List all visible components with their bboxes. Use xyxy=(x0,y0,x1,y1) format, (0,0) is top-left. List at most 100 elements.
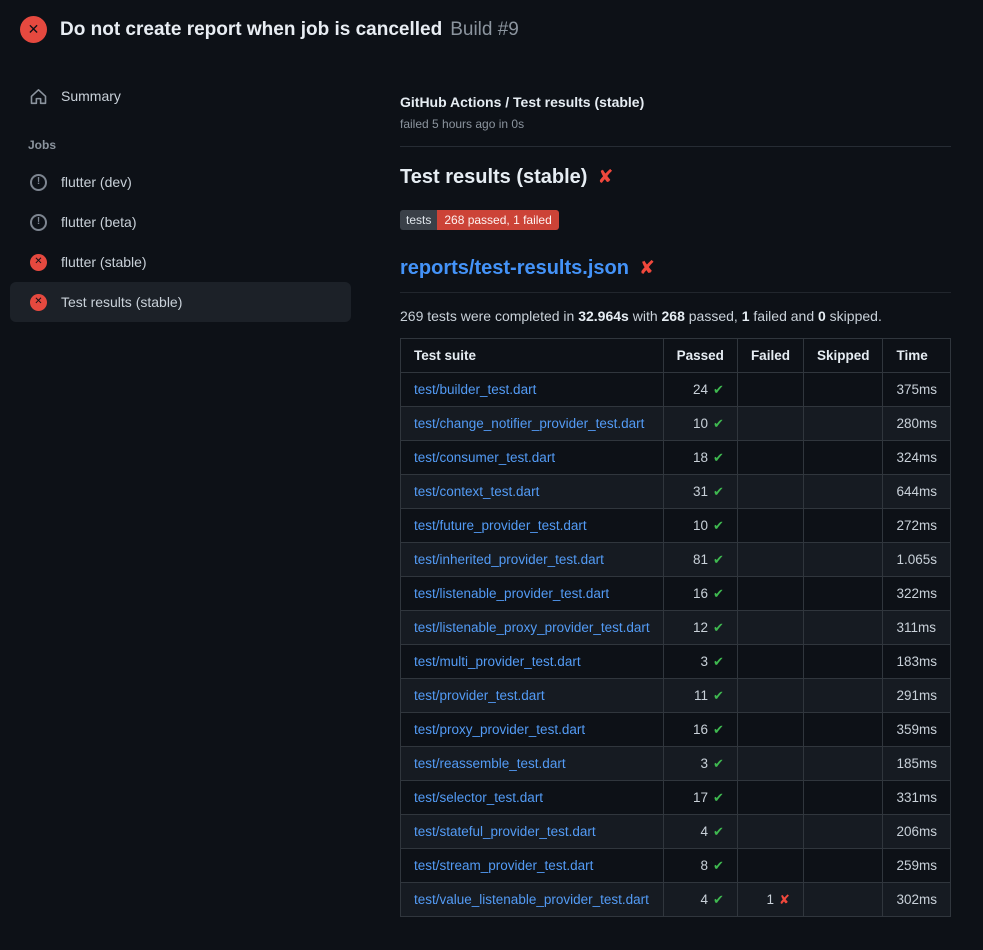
table-row: test/listenable_proxy_provider_test.dart… xyxy=(401,611,951,645)
test-suite-link[interactable]: test/value_listenable_provider_test.dart xyxy=(414,892,649,907)
sidebar-item-summary[interactable]: Summary xyxy=(10,76,351,116)
failed-cell xyxy=(737,509,803,543)
tests-badge: tests 268 passed, 1 failed xyxy=(400,210,559,230)
table-row: test/stream_provider_test.dart 8✔ 259ms xyxy=(401,849,951,883)
skipped-cell xyxy=(803,747,883,781)
check-icon: ✔ xyxy=(713,552,724,567)
time-cell: 183ms xyxy=(883,645,951,679)
time-cell: 644ms xyxy=(883,475,951,509)
time-cell: 259ms xyxy=(883,849,951,883)
check-icon: ✔ xyxy=(713,756,724,771)
sidebar-job-item[interactable]: ✕ Test results (stable) xyxy=(10,282,351,322)
failed-cell xyxy=(737,849,803,883)
run-meta: failed 5 hours ago in 0s xyxy=(400,117,951,131)
skipped-cell xyxy=(803,679,883,713)
table-row: test/provider_test.dart 11✔ 291ms xyxy=(401,679,951,713)
failed-cell xyxy=(737,373,803,407)
section-heading: Test results (stable) ✘ xyxy=(400,166,951,189)
time-cell: 280ms xyxy=(883,407,951,441)
column-header: Passed xyxy=(663,339,737,373)
test-suite-link[interactable]: test/inherited_provider_test.dart xyxy=(414,552,604,567)
sidebar-item-label: flutter (beta) xyxy=(61,214,136,230)
x-circle-icon: ✕ xyxy=(30,254,47,271)
column-header: Time xyxy=(883,339,951,373)
table-row: test/listenable_provider_test.dart 16✔ 3… xyxy=(401,577,951,611)
test-suite-link[interactable]: test/provider_test.dart xyxy=(414,688,545,703)
sidebar: Summary Jobs ! flutter (dev) ! flutter (… xyxy=(0,58,400,322)
neutral-circle-icon: ! xyxy=(30,174,47,191)
failed-cell xyxy=(737,713,803,747)
workflow-run-page: ✕ Do not create report when job is cance… xyxy=(0,0,983,917)
test-suite-link[interactable]: test/proxy_provider_test.dart xyxy=(414,722,585,737)
skipped-cell xyxy=(803,543,883,577)
cross-icon: ✘ xyxy=(779,892,790,907)
time-cell: 324ms xyxy=(883,441,951,475)
test-suite-link[interactable]: test/reassemble_test.dart xyxy=(414,756,566,771)
skipped-cell xyxy=(803,815,883,849)
time-cell: 359ms xyxy=(883,713,951,747)
check-icon: ✔ xyxy=(713,654,724,669)
check-icon: ✔ xyxy=(713,892,724,907)
sidebar-job-item[interactable]: ! flutter (dev) xyxy=(10,162,351,202)
failed-cell xyxy=(737,815,803,849)
page-title: Do not create report when job is cancell… xyxy=(60,19,519,41)
table-row: test/future_provider_test.dart 10✔ 272ms xyxy=(401,509,951,543)
test-suite-link[interactable]: test/stream_provider_test.dart xyxy=(414,858,593,873)
failed-cell xyxy=(737,543,803,577)
test-suite-link[interactable]: test/listenable_provider_test.dart xyxy=(414,586,609,601)
failed-cell xyxy=(737,407,803,441)
test-suite-link[interactable]: test/future_provider_test.dart xyxy=(414,518,587,533)
test-suite-link[interactable]: test/multi_provider_test.dart xyxy=(414,654,581,669)
cross-mark-icon: ✘ xyxy=(639,257,655,280)
time-cell: 375ms xyxy=(883,373,951,407)
passed-cell: 16✔ xyxy=(663,577,737,611)
check-icon: ✔ xyxy=(713,722,724,737)
test-suite-link[interactable]: test/stateful_provider_test.dart xyxy=(414,824,596,839)
divider xyxy=(400,146,951,147)
table-row: test/selector_test.dart 17✔ 331ms xyxy=(401,781,951,815)
check-icon: ✔ xyxy=(713,518,724,533)
failed-cell xyxy=(737,747,803,781)
test-suite-link[interactable]: test/selector_test.dart xyxy=(414,790,543,805)
test-suite-link[interactable]: test/listenable_proxy_provider_test.dart xyxy=(414,620,650,635)
build-number: Build #9 xyxy=(450,19,519,41)
passed-cell: 17✔ xyxy=(663,781,737,815)
run-header: ✕ Do not create report when job is cance… xyxy=(0,0,983,58)
passed-cell: 10✔ xyxy=(663,407,737,441)
failed-cell xyxy=(737,475,803,509)
neutral-circle-icon: ! xyxy=(30,214,47,231)
check-icon: ✔ xyxy=(713,790,724,805)
passed-cell: 16✔ xyxy=(663,713,737,747)
test-suite-link[interactable]: test/consumer_test.dart xyxy=(414,450,555,465)
skipped-cell xyxy=(803,441,883,475)
table-row: test/multi_provider_test.dart 3✔ 183ms xyxy=(401,645,951,679)
time-cell: 1.065s xyxy=(883,543,951,577)
report-file-link[interactable]: reports/test-results.json xyxy=(400,257,629,280)
test-suite-link[interactable]: test/context_test.dart xyxy=(414,484,539,499)
column-header: Test suite xyxy=(401,339,664,373)
time-cell: 302ms xyxy=(883,883,951,917)
time-cell: 185ms xyxy=(883,747,951,781)
x-circle-icon: ✕ xyxy=(30,294,47,311)
check-icon: ✔ xyxy=(713,586,724,601)
run-title-text: Do not create report when job is cancell… xyxy=(60,19,442,41)
column-header: Skipped xyxy=(803,339,883,373)
sidebar-job-item[interactable]: ✕ flutter (stable) xyxy=(10,242,351,282)
skipped-cell xyxy=(803,509,883,543)
skipped-cell xyxy=(803,475,883,509)
passed-cell: 12✔ xyxy=(663,611,737,645)
failed-cell xyxy=(737,577,803,611)
time-cell: 322ms xyxy=(883,577,951,611)
passed-cell: 10✔ xyxy=(663,509,737,543)
test-suite-link[interactable]: test/builder_test.dart xyxy=(414,382,536,397)
breadcrumb: GitHub Actions / Test results (stable) xyxy=(400,94,951,110)
passed-cell: 31✔ xyxy=(663,475,737,509)
failed-cell xyxy=(737,441,803,475)
time-cell: 272ms xyxy=(883,509,951,543)
check-icon: ✔ xyxy=(713,858,724,873)
sidebar-item-label: flutter (dev) xyxy=(61,174,132,190)
test-suite-link[interactable]: test/change_notifier_provider_test.dart xyxy=(414,416,644,431)
cross-mark-icon: ✘ xyxy=(597,166,613,189)
home-icon xyxy=(30,88,47,105)
sidebar-job-item[interactable]: ! flutter (beta) xyxy=(10,202,351,242)
